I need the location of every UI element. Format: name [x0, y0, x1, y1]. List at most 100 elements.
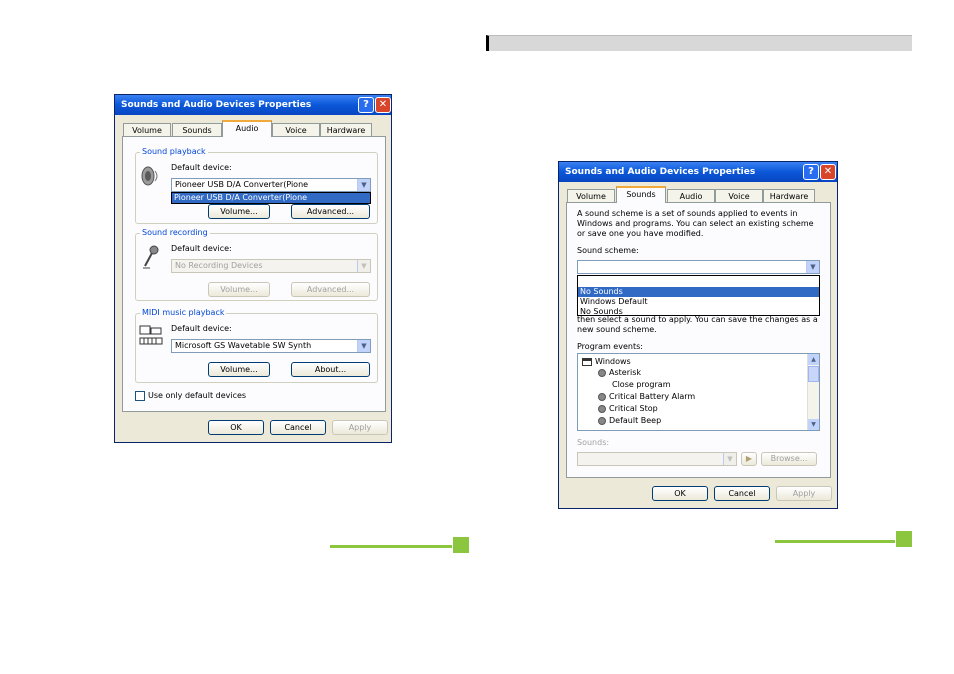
dropdown-option[interactable]: No Sounds	[578, 287, 819, 297]
audio-tab-panel: Sound playback Default device: Pioneer U…	[122, 136, 386, 412]
use-default-devices-label: Use only default devices	[148, 391, 247, 400]
apply-button[interactable]: Apply	[776, 486, 832, 501]
chevron-down-icon[interactable]: ▼	[357, 260, 370, 272]
left-page-footer-tab	[453, 537, 469, 553]
chevron-down-icon[interactable]: ▼	[357, 179, 370, 191]
chevron-down-icon[interactable]: ▼	[723, 453, 736, 465]
group-label: Sound recording	[140, 228, 210, 238]
browse-button[interactable]: Browse...	[761, 452, 817, 466]
sounds-properties-dialog: Sounds and Audio Devices Properties ? ✕ …	[558, 161, 838, 509]
sound-recording-group: Sound recording Default device: No Recor…	[135, 228, 378, 301]
microphone-icon	[140, 244, 162, 272]
event-name: Close program	[612, 380, 671, 389]
playback-device-select[interactable]: Pioneer USB D/A Converter(Pione ▼	[171, 178, 371, 192]
list-item[interactable]: Asterisk	[598, 367, 641, 378]
recording-advanced-button[interactable]: Advanced...	[291, 282, 370, 297]
midi-about-button[interactable]: About...	[291, 362, 370, 377]
playback-device-dropdown[interactable]: Pioneer USB D/A Converter(Pione	[171, 192, 371, 204]
cancel-button[interactable]: Cancel	[270, 420, 326, 435]
list-item[interactable]: Critical Battery Alarm	[598, 391, 695, 402]
midi-device-select[interactable]: Microsoft GS Wavetable SW Synth ▼	[171, 339, 371, 353]
event-name: Critical Stop	[609, 404, 658, 413]
sound-icon	[598, 392, 606, 401]
right-page-footer-line	[775, 540, 895, 543]
dialog-title: Sounds and Audio Devices Properties	[115, 95, 391, 115]
chevron-down-icon[interactable]: ▼	[806, 261, 819, 273]
sound-icon	[598, 416, 606, 425]
sounds-tab-panel: A sound scheme is a set of sounds applie…	[566, 202, 831, 478]
recording-device-select[interactable]: No Recording Devices ▼	[171, 259, 371, 273]
program-events-label: Program events:	[577, 342, 643, 351]
tab-sounds[interactable]: Sounds	[616, 186, 666, 203]
sound-scheme-dropdown[interactable]: No Sounds Windows Default No Sounds	[577, 275, 820, 316]
event-name: Critical Battery Alarm	[609, 392, 696, 401]
dialog-title: Sounds and Audio Devices Properties	[559, 162, 837, 182]
audio-properties-dialog: Sounds and Audio Devices Properties ? ✕ …	[114, 94, 392, 443]
midi-volume-button[interactable]: Volume...	[208, 362, 270, 377]
sounds-label: Sounds:	[577, 438, 610, 447]
tab-hardware[interactable]: Hardware	[763, 189, 815, 203]
ok-button[interactable]: OK	[208, 420, 264, 435]
sound-icon	[598, 368, 606, 377]
ok-button[interactable]: OK	[652, 486, 708, 501]
left-page-footer-line	[330, 545, 452, 548]
recording-device-value: No Recording Devices	[175, 261, 263, 270]
tab-voice[interactable]: Voice	[715, 189, 763, 203]
list-item[interactable]: Critical Stop	[598, 403, 658, 414]
tab-volume[interactable]: Volume	[567, 189, 615, 203]
use-default-devices-checkbox[interactable]	[135, 391, 145, 401]
event-name: Asterisk	[609, 368, 642, 377]
midi-keyboard-icon	[139, 324, 163, 348]
dropdown-option[interactable]: Pioneer USB D/A Converter(Pione	[172, 193, 370, 203]
scroll-down-icon[interactable]: ▼	[808, 419, 819, 430]
midi-playback-group: MIDI music playback Default device: Micr…	[135, 308, 378, 383]
sound-scheme-select[interactable]: ▼	[577, 260, 820, 274]
group-label: Sound playback	[140, 147, 208, 157]
tab-sounds[interactable]: Sounds	[172, 123, 222, 137]
scroll-up-icon[interactable]: ▲	[808, 354, 819, 365]
sound-playback-group: Sound playback Default device: Pioneer U…	[135, 147, 378, 224]
midi-device-value: Microsoft GS Wavetable SW Synth	[175, 341, 312, 350]
play-icon[interactable]: ▶	[741, 452, 757, 466]
sounds-select[interactable]: ▼	[577, 452, 737, 466]
list-item[interactable]: Close program	[612, 379, 670, 390]
cancel-button[interactable]: Cancel	[714, 486, 770, 501]
event-name: Windows	[595, 357, 631, 366]
scroll-thumb[interactable]	[808, 366, 819, 382]
tab-audio[interactable]: Audio	[667, 189, 715, 203]
right-page-footer-tab	[896, 531, 912, 547]
dropdown-spacer	[578, 277, 819, 287]
dropdown-option[interactable]: No Sounds	[578, 307, 819, 317]
playback-advanced-button[interactable]: Advanced...	[291, 204, 370, 219]
help-icon[interactable]: ?	[358, 97, 374, 113]
tab-voice[interactable]: Voice	[272, 123, 320, 137]
speaker-icon	[140, 165, 162, 189]
program-events-list[interactable]: Windows Asterisk Close program Critical …	[577, 353, 820, 431]
close-icon[interactable]: ✕	[375, 97, 391, 113]
recording-volume-button[interactable]: Volume...	[208, 282, 270, 297]
default-device-label: Default device:	[171, 324, 232, 333]
window-icon	[582, 357, 592, 366]
events-scrollbar[interactable]: ▲ ▼	[807, 354, 819, 430]
group-label: MIDI music playback	[140, 308, 227, 318]
default-device-label: Default device:	[171, 244, 232, 253]
scheme-description: A sound scheme is a set of sounds applie…	[577, 209, 814, 238]
tab-hardware[interactable]: Hardware	[320, 123, 372, 137]
close-icon[interactable]: ✕	[820, 164, 836, 180]
list-item[interactable]: Default Beep	[598, 415, 661, 426]
dropdown-option[interactable]: Windows Default	[578, 297, 819, 307]
scheme-hint-text: then select a sound to apply. You can sa…	[577, 315, 818, 334]
tab-volume[interactable]: Volume	[123, 123, 171, 137]
tab-audio[interactable]: Audio	[222, 120, 272, 137]
apply-button[interactable]: Apply	[332, 420, 388, 435]
list-item[interactable]: Windows	[582, 356, 631, 367]
page-header-bar	[486, 35, 912, 51]
default-device-label: Default device:	[171, 163, 232, 172]
playback-device-value: Pioneer USB D/A Converter(Pione	[175, 180, 309, 189]
sound-scheme-label: Sound scheme:	[577, 246, 639, 255]
sound-icon	[598, 404, 606, 413]
chevron-down-icon[interactable]: ▼	[357, 340, 370, 352]
playback-volume-button[interactable]: Volume...	[208, 204, 270, 219]
help-icon[interactable]: ?	[803, 164, 819, 180]
event-name: Default Beep	[609, 416, 662, 425]
